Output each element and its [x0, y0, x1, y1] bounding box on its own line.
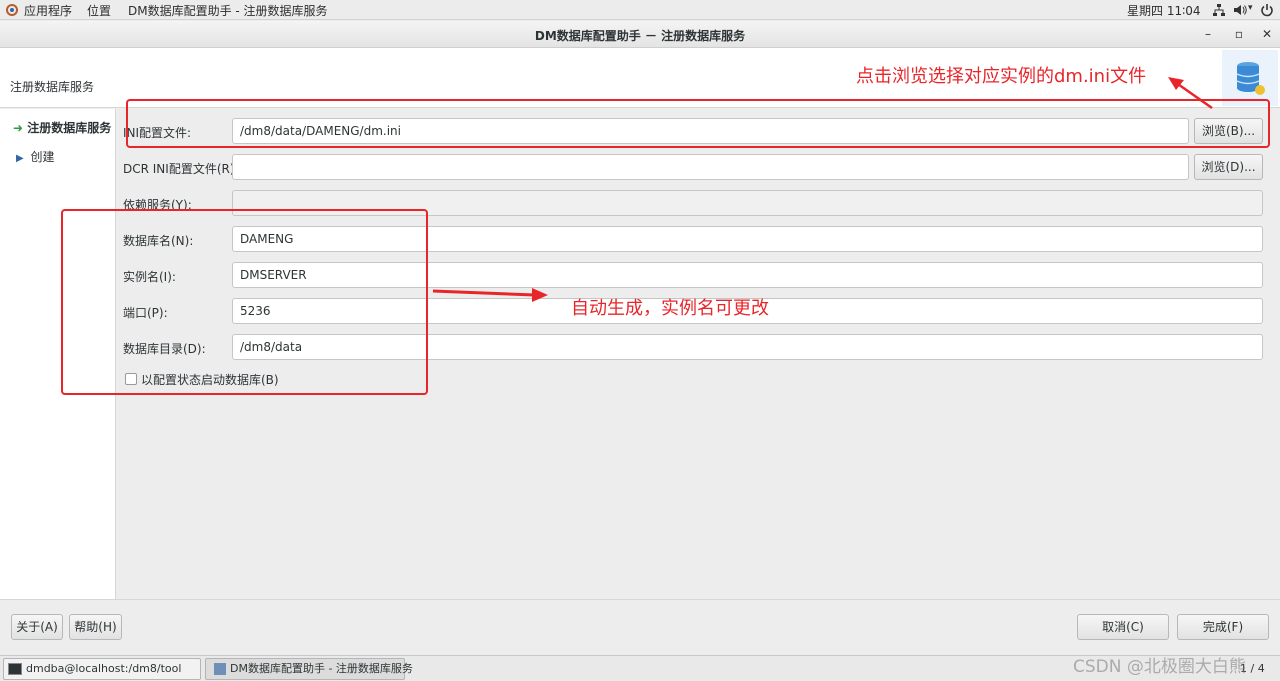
- annotation-arrow-auto: [432, 289, 536, 297]
- clock[interactable]: 星期四 11∶04: [1127, 2, 1200, 19]
- watermark: CSDN @北极圈大白熊: [1073, 657, 1246, 677]
- taskbar-item-terminal[interactable]: dmdba@localhost:/dm8/tool: [3, 658, 201, 680]
- terminal-icon: [8, 663, 22, 675]
- sidebar-item-register-service[interactable]: ➜ 注册数据库服务: [13, 119, 111, 137]
- dcr-ini-file-label: DCR INI配置文件(R):: [123, 162, 239, 176]
- taskbar-item-label: DM数据库配置助手 - 注册数据库服务: [230, 662, 413, 675]
- triangle-right-icon: ▶: [16, 153, 24, 164]
- window-list-taskbar: dmdba@localhost:/dm8/tool DM数据库配置助手 - 注册…: [0, 655, 1280, 681]
- footer-divider: [0, 599, 1280, 600]
- annotation-auto-note: 自动生成，实例名可更改: [571, 298, 769, 319]
- finish-button[interactable]: 完成(F): [1177, 614, 1269, 640]
- volume-icon[interactable]: [1233, 3, 1247, 17]
- taskbar-item-app[interactable]: DM数据库配置助手 - 注册数据库服务: [205, 658, 413, 680]
- help-button[interactable]: 帮助(H): [69, 614, 122, 640]
- window-title: DM数据库配置助手 － 注册数据库服务: [534, 29, 746, 43]
- annotation-box-ini: [126, 99, 1270, 148]
- active-window-menu[interactable]: DM数据库配置助手 - 注册数据库服务: [128, 2, 328, 19]
- power-icon[interactable]: [1260, 3, 1274, 17]
- database-logo-icon: [1222, 50, 1278, 106]
- sidebar-item-label: 创建: [30, 150, 55, 164]
- apps-menu[interactable]: 应用程序: [24, 2, 72, 19]
- browse-dcr-button[interactable]: 浏览(D)...: [1194, 154, 1263, 180]
- close-button[interactable]: ✕: [1258, 25, 1276, 43]
- arrow-right-icon: ➜: [13, 121, 24, 135]
- annotation-box-auto: [61, 209, 428, 395]
- sidebar-item-label: 注册数据库服务: [27, 121, 112, 135]
- about-button[interactable]: 关于(A): [11, 614, 63, 640]
- apps-menu-icon[interactable]: [5, 3, 19, 17]
- cancel-button[interactable]: 取消(C): [1077, 614, 1169, 640]
- dcr-ini-file-input[interactable]: [232, 154, 1189, 180]
- places-menu[interactable]: 位置: [87, 2, 111, 19]
- app-icon: [214, 663, 226, 675]
- maximize-button[interactable]: ▫: [1230, 25, 1248, 43]
- minimize-button[interactable]: –: [1199, 25, 1217, 43]
- network-icon[interactable]: [1212, 3, 1226, 17]
- annotation-browse-note: 点击浏览选择对应实例的dm.ini文件: [856, 66, 1147, 87]
- taskbar-item-label: dmdba@localhost:/dm8/tool: [26, 662, 182, 675]
- system-top-bar: 应用程序 位置 DM数据库配置助手 - 注册数据库服务 星期四 11∶04 ▾: [0, 0, 1280, 20]
- sidebar-item-create[interactable]: ▶ 创建: [16, 148, 55, 166]
- page-title: 注册数据库服务: [10, 80, 95, 94]
- window-title-bar[interactable]: DM数据库配置助手 － 注册数据库服务 – ▫ ✕: [0, 21, 1280, 48]
